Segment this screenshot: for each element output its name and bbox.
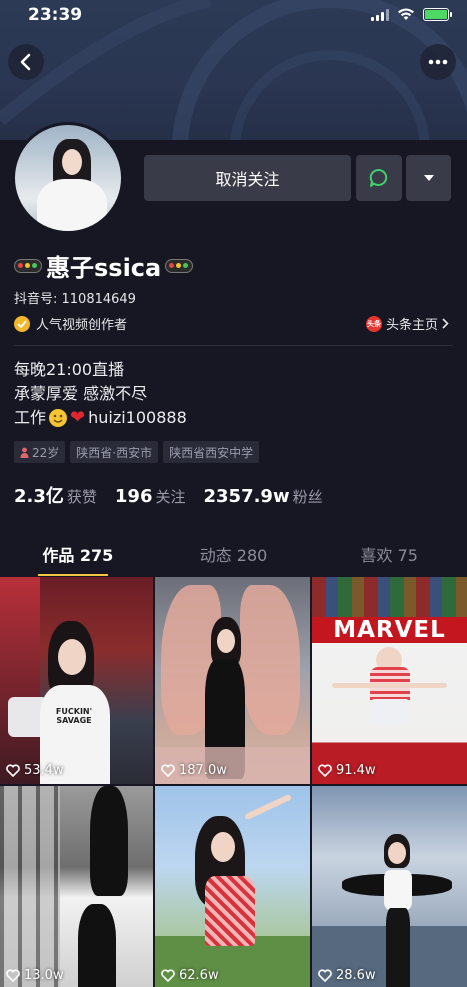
bio-line-suffix: huizi100888 [88, 408, 187, 427]
video-grid: FUCKIN' SAVAGE 53.4w 187.0w MARVEL 91.4w [0, 577, 467, 987]
profile-stats: 2.3亿 获赞 196 关注 2357.9w 粉丝 [14, 482, 323, 508]
video-thumbnail[interactable]: MARVEL 91.4w [312, 577, 467, 784]
chevron-right-icon [442, 318, 449, 329]
video-likes: 187.0w [161, 763, 227, 778]
wifi-icon [398, 8, 414, 20]
message-button[interactable] [356, 155, 402, 201]
content-tabs: 作品 275 动态 280 喜欢 75 [0, 532, 467, 576]
bio-line: 工作 ❤ huizi100888 [14, 406, 187, 430]
heart-icon [318, 764, 332, 777]
video-thumbnail[interactable]: FUCKIN' SAVAGE 53.4w [0, 577, 153, 784]
bio-line: 每晚21:00直播 [14, 360, 125, 379]
bio: 每晚21:00直播 承蒙厚爱 感激不尽 工作 ❤ huizi100888 [14, 358, 187, 430]
video-likes: 28.6w [318, 968, 376, 983]
tab-works[interactable]: 作品 275 [0, 532, 156, 576]
toutiao-link-label: 头条主页 [385, 318, 438, 333]
divider [14, 345, 453, 346]
status-icons [371, 8, 452, 21]
creator-badge-row: 人气视频创作者 [14, 314, 127, 333]
smile-emoji-icon [49, 409, 68, 427]
video-thumbnail[interactable]: 62.6w [155, 786, 310, 987]
marvel-banner-text: MARVEL [312, 617, 467, 643]
age-tag-label: 22岁 [32, 445, 60, 460]
heart-icon [161, 764, 175, 777]
followers-count: 2357.9w [203, 486, 290, 507]
video-thumbnail[interactable]: 28.6w [312, 786, 467, 987]
back-arrow-icon [20, 53, 31, 71]
school-tag: 陕西省西安中学 [163, 441, 260, 463]
heart-icon [6, 764, 20, 777]
profile-name: 惠子ssica [46, 254, 162, 282]
video-likes: 62.6w [161, 968, 219, 983]
traffic-light-icon [165, 258, 194, 273]
douyin-id: 抖音号: 110814649 [14, 292, 136, 307]
followers-stat[interactable]: 2357.9w 粉丝 [204, 486, 323, 507]
video-likes: 53.4w [6, 763, 64, 778]
signal-icon [371, 8, 389, 21]
video-thumbnail[interactable]: 13.0w [0, 786, 153, 987]
video-thumbnail[interactable]: 187.0w [155, 577, 310, 784]
video-likes-count: 13.0w [24, 968, 64, 983]
dropdown-triangle-icon [423, 175, 434, 181]
likes-count: 2.3亿 [14, 486, 64, 507]
age-tag: 22岁 [14, 441, 66, 463]
more-button[interactable] [420, 44, 456, 80]
tab-updates[interactable]: 动态 280 [156, 532, 312, 576]
verified-badge-icon [14, 315, 30, 332]
status-time: 23:39 [28, 5, 83, 25]
video-likes-count: 28.6w [336, 968, 376, 983]
heart-icon [161, 969, 175, 982]
following-count: 196 [114, 486, 153, 507]
video-likes: 91.4w [318, 763, 376, 778]
message-bubble-icon [369, 168, 388, 187]
more-options-dropdown[interactable] [406, 155, 451, 201]
toutiao-homepage-link[interactable]: 头条 头条主页 [365, 314, 449, 333]
profile-tags: 22岁 陕西省·西安市 陕西省西安中学 [14, 441, 260, 463]
following-stat[interactable]: 196 关注 [115, 486, 186, 507]
shirt-text: FUCKIN' SAVAGE [55, 707, 93, 725]
video-likes-count: 91.4w [336, 763, 376, 778]
likes-label: 获赞 [66, 488, 97, 506]
bio-line: 承蒙厚爱 感激不尽 [14, 384, 148, 403]
video-likes-count: 53.4w [24, 763, 64, 778]
toutiao-icon: 头条 [365, 315, 382, 332]
traffic-light-icon [14, 258, 42, 273]
status-bar: 23:39 [0, 0, 467, 32]
video-likes-count: 62.6w [179, 968, 219, 983]
bio-line-prefix: 工作 [14, 408, 47, 427]
creator-label: 人气视频创作者 [36, 318, 128, 333]
video-likes-count: 187.0w [179, 763, 227, 778]
person-icon [20, 447, 29, 458]
location-tag: 陕西省·西安市 [70, 441, 159, 463]
more-icon [428, 59, 448, 65]
avatar[interactable] [12, 122, 124, 234]
heart-icon [318, 969, 332, 982]
heart-emoji-icon: ❤ [70, 407, 86, 428]
followers-label: 粉丝 [292, 488, 323, 506]
video-likes: 13.0w [6, 968, 64, 983]
likes-stat: 2.3亿 获赞 [14, 482, 97, 508]
tab-likes[interactable]: 喜欢 75 [311, 532, 467, 576]
back-button[interactable] [8, 44, 44, 80]
battery-icon [423, 8, 452, 21]
name-row: 惠子ssica [14, 248, 194, 283]
heart-icon [6, 969, 20, 982]
following-label: 关注 [155, 488, 186, 506]
unfollow-button[interactable]: 取消关注 [144, 155, 351, 201]
